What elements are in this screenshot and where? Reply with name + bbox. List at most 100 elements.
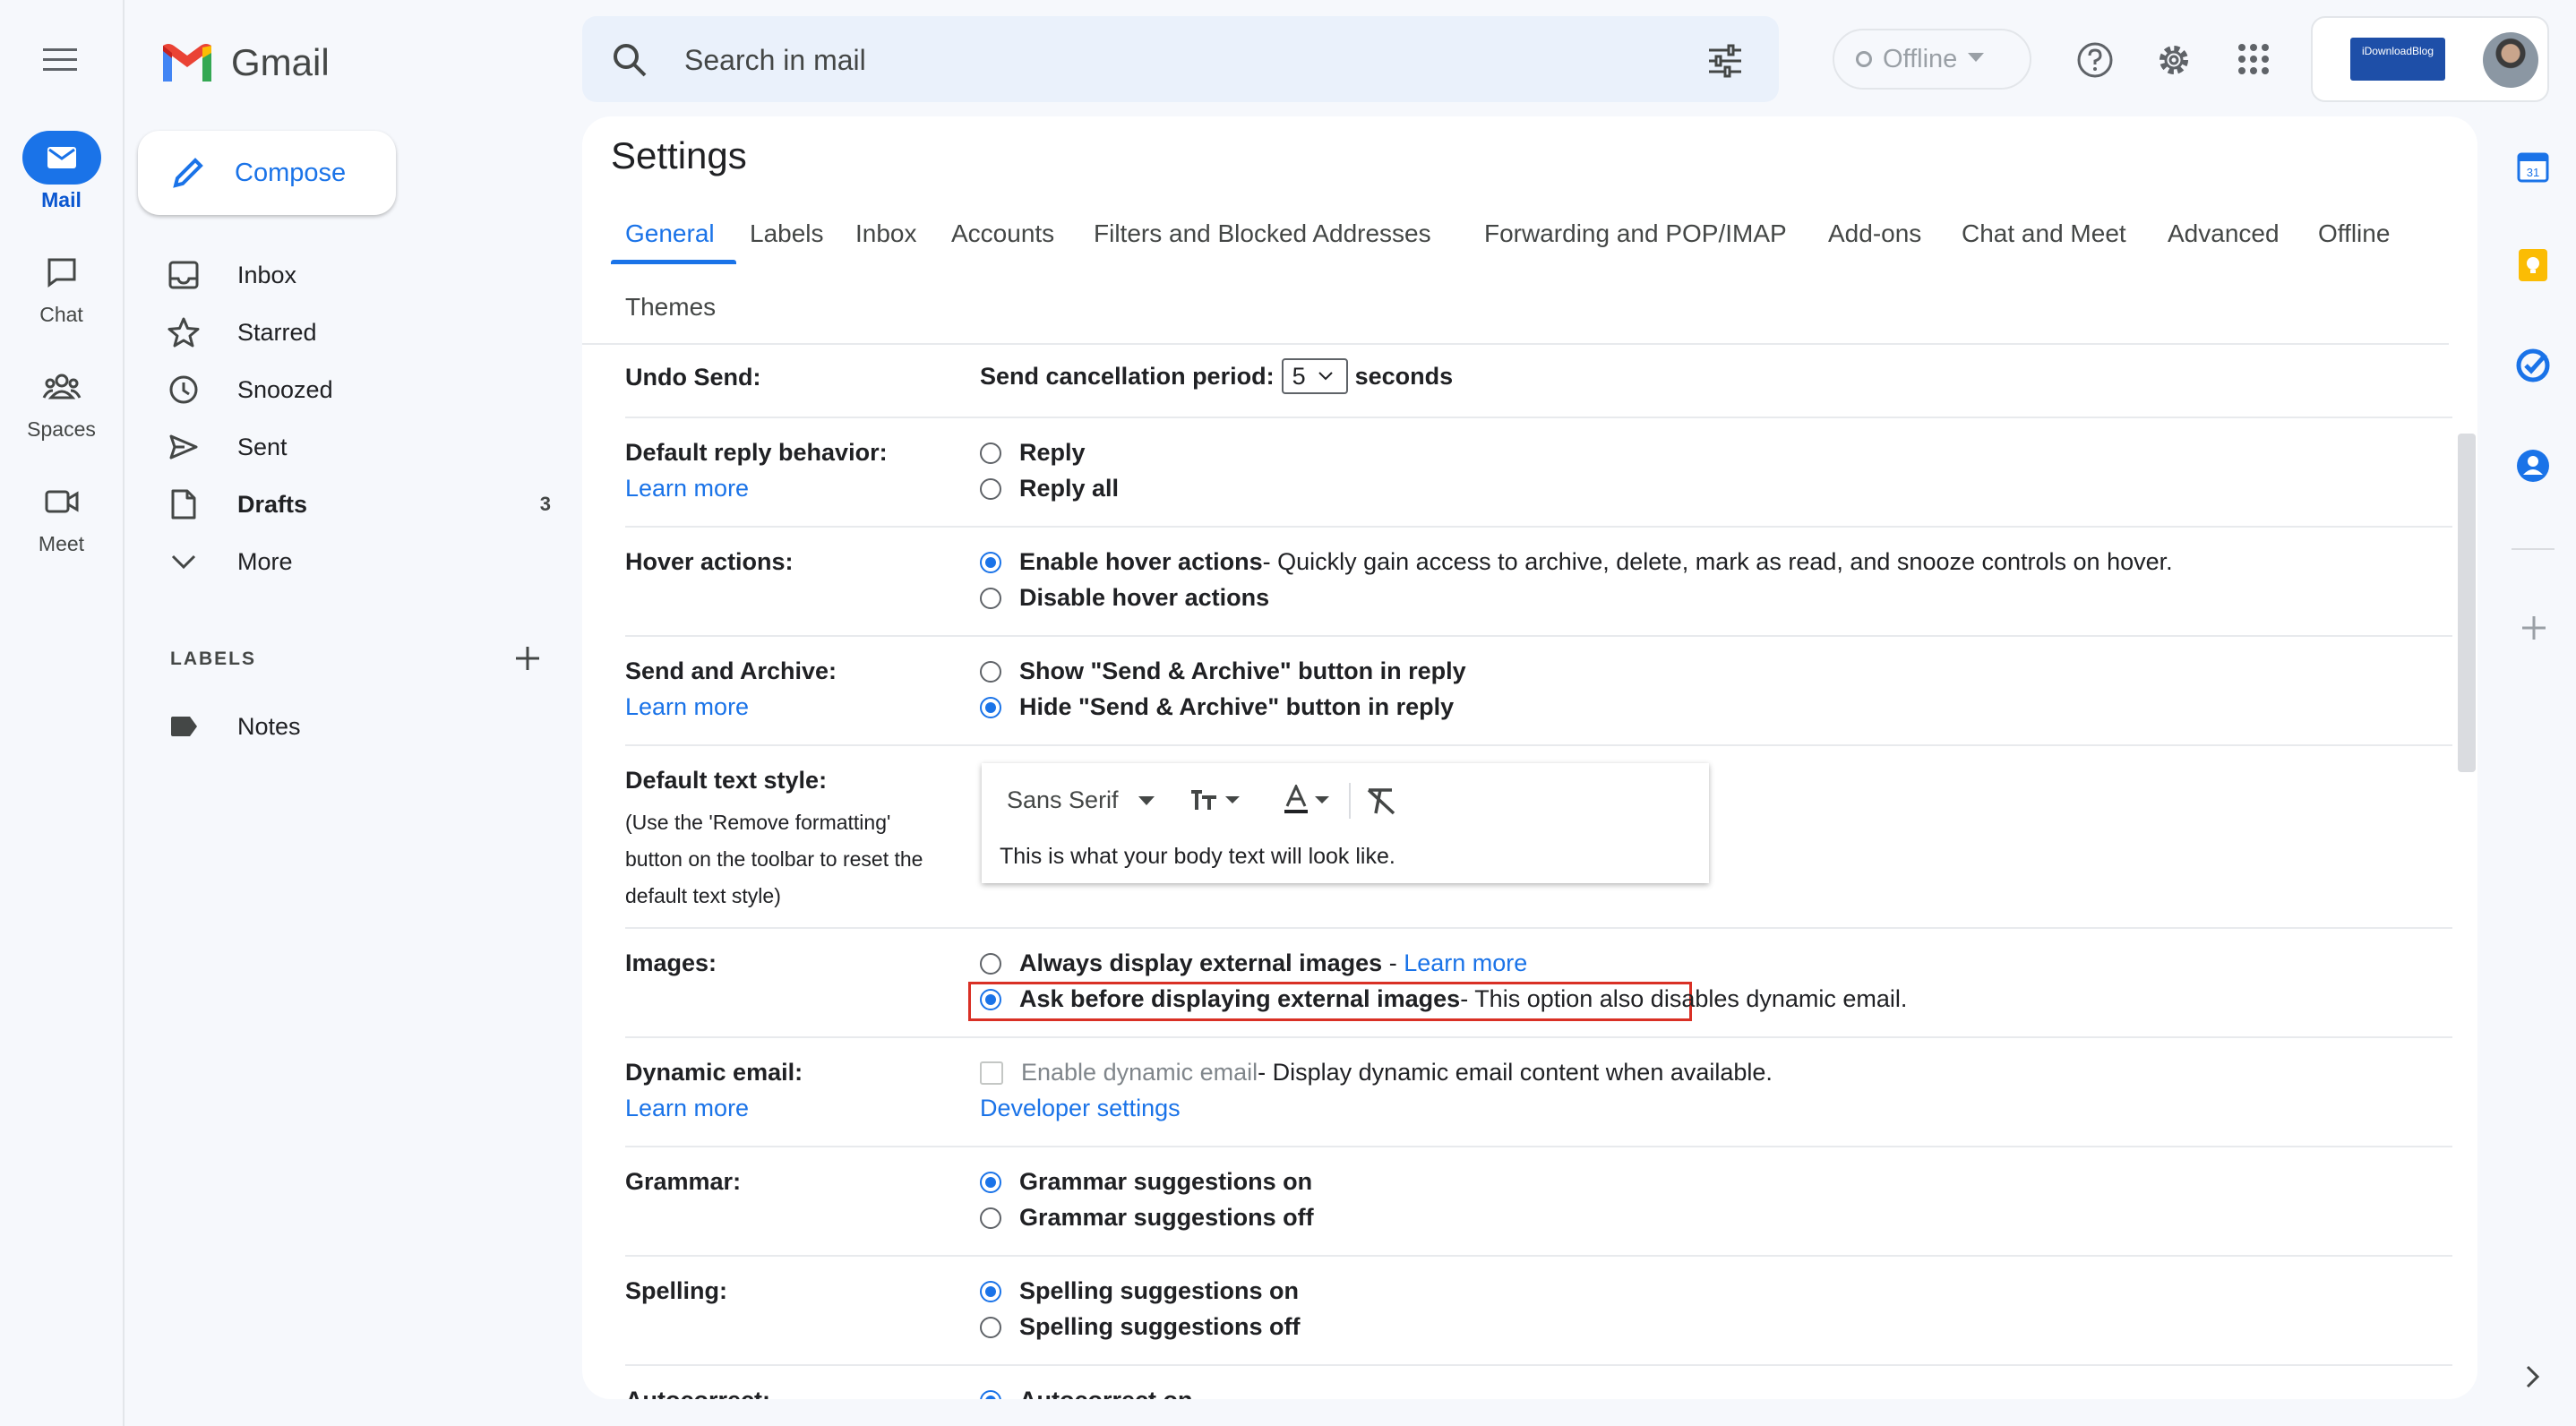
contacts-icon[interactable] [2515,448,2551,488]
remove-formatting-icon[interactable] [1365,786,1397,820]
tab-inbox[interactable]: Inbox [855,219,917,248]
caret-down-icon [1315,796,1329,803]
rail-label: Mail [41,188,82,211]
reply-all-option[interactable]: Reply all [980,475,1119,503]
nav-item-label: More [237,547,293,575]
help-icon[interactable] [2076,41,2114,83]
compose-button[interactable]: Compose [138,131,396,215]
option-label: Hide "Send & Archive" button in reply [1019,693,1455,720]
text-size-icon [1191,790,1216,810]
radio-reply-all[interactable] [980,477,1001,500]
status-circle-icon [1856,51,1872,67]
radio-hide-send-archive[interactable] [980,696,1001,718]
tab-chat-meet[interactable]: Chat and Meet [1962,219,2126,248]
mail-icon [21,131,101,185]
always-display-images-option[interactable]: Always display external images - Learn m… [980,949,1527,977]
gear-icon[interactable] [2155,41,2193,83]
radio-ask-before-images[interactable] [980,988,1001,1010]
expand-panel-icon[interactable] [2524,1363,2542,1395]
dynamic-email-label: Dynamic email: [625,1059,803,1086]
tab-advanced[interactable]: Advanced [2168,219,2280,248]
text-color-button[interactable] [1283,785,1329,815]
radio-disable-hover[interactable] [980,587,1001,609]
option-label: Ask before displaying external images [1019,985,1461,1012]
font-family-select[interactable]: Sans Serif [1007,786,1155,814]
undo-send-label: Undo Send: [625,364,761,391]
tab-general[interactable]: General [625,219,715,248]
apps-grid-icon[interactable] [2237,43,2270,80]
radio-spelling-off[interactable] [980,1316,1001,1338]
send-archive-learn-more-link[interactable]: Learn more [625,693,749,721]
rail-item-chat[interactable]: Chat [0,245,123,327]
main-menu-icon[interactable] [39,43,81,80]
font-size-button[interactable] [1189,786,1240,813]
reply-learn-more-link[interactable]: Learn more [625,475,749,503]
nav-item-inbox[interactable]: Inbox [166,250,551,300]
row-divider [625,1255,2452,1257]
side-panel-rail: 31 [2490,116,2576,1426]
spelling-off-option[interactable]: Spelling suggestions off [980,1313,1301,1341]
rail-item-spaces[interactable]: Spaces [0,360,123,442]
radio-grammar-on[interactable] [980,1171,1001,1193]
radio-show-send-archive[interactable] [980,660,1001,683]
spelling-label: Spelling: [625,1277,727,1304]
search-options-icon[interactable] [1707,43,1743,83]
rail-item-meet[interactable]: Meet [0,475,123,556]
radio-enable-hover[interactable] [980,551,1001,573]
avatar[interactable] [2483,32,2538,88]
ask-before-images-option[interactable]: Ask before displaying external images - … [980,985,1907,1013]
tab-filters[interactable]: Filters and Blocked Addresses [1094,219,1431,248]
scrollbar-thumb[interactable] [2458,434,2476,772]
spelling-on-option[interactable]: Spelling suggestions on [980,1277,1299,1305]
radio-spelling-on[interactable] [980,1280,1001,1302]
tab-offline[interactable]: Offline [2318,219,2390,248]
keep-icon[interactable] [2515,247,2551,288]
row-divider [625,1364,2452,1366]
nav-item-sent[interactable]: Sent [166,422,551,472]
cancellation-period-select[interactable]: 5 [1281,358,1348,394]
autocorrect-on-option[interactable]: Autocorrect on [980,1387,1193,1399]
nav-item-drafts[interactable]: Drafts 3 [166,479,551,529]
nav-item-snoozed[interactable]: Snoozed [166,365,551,415]
tab-addons[interactable]: Add-ons [1828,219,1921,248]
rail-item-mail[interactable]: Mail [0,131,123,212]
labels-header: LABELS [170,649,256,669]
add-label-icon[interactable] [512,643,543,678]
account-switcher[interactable]: iDownloadBlog [2311,16,2549,102]
status-selector[interactable]: Offline [1833,29,2031,90]
tasks-icon[interactable] [2515,348,2551,388]
gmail-logo[interactable]: Gmail [159,41,330,84]
nav-item-label: Drafts [237,490,308,518]
reply-option[interactable]: Reply [980,439,1086,467]
tab-forwarding[interactable]: Forwarding and POP/IMAP [1484,219,1787,248]
dynamic-email-learn-more-link[interactable]: Learn more [625,1095,749,1122]
calendar-icon[interactable]: 31 [2515,149,2551,189]
search-input[interactable] [683,38,1582,82]
enable-hover-option[interactable]: Enable hover actions - Quickly gain acce… [980,548,2173,576]
hover-actions-label: Hover actions: [625,548,794,575]
dynamic-email-checkbox[interactable] [980,1061,1003,1085]
hide-send-archive-option[interactable]: Hide "Send & Archive" button in reply [980,693,1454,721]
enable-dynamic-email-option[interactable]: Enable dynamic email - Display dynamic e… [980,1059,1773,1087]
add-addon-icon[interactable] [2520,614,2547,646]
nav-item-more[interactable]: More [166,537,551,587]
radio-reply[interactable] [980,442,1001,464]
search-icon[interactable] [611,41,648,83]
nav-item-label: Sent [237,433,288,460]
search-bar[interactable] [582,16,1779,102]
grammar-off-option[interactable]: Grammar suggestions off [980,1204,1314,1232]
images-learn-more-link[interactable]: Learn more [1404,949,1527,977]
show-send-archive-option[interactable]: Show "Send & Archive" button in reply [980,657,1466,685]
nav-item-label-notes[interactable]: Notes [166,701,551,752]
row-divider [625,1036,2452,1038]
radio-always-display-images[interactable] [980,952,1001,975]
tab-accounts[interactable]: Accounts [951,219,1054,248]
developer-settings-link[interactable]: Developer settings [980,1095,1181,1122]
tab-themes[interactable]: Themes [625,293,716,322]
disable-hover-option[interactable]: Disable hover actions [980,584,1269,612]
tab-labels[interactable]: Labels [750,219,824,248]
radio-grammar-off[interactable] [980,1207,1001,1229]
radio-autocorrect-on[interactable] [980,1389,1001,1399]
grammar-on-option[interactable]: Grammar suggestions on [980,1168,1312,1196]
nav-item-starred[interactable]: Starred [166,307,551,357]
